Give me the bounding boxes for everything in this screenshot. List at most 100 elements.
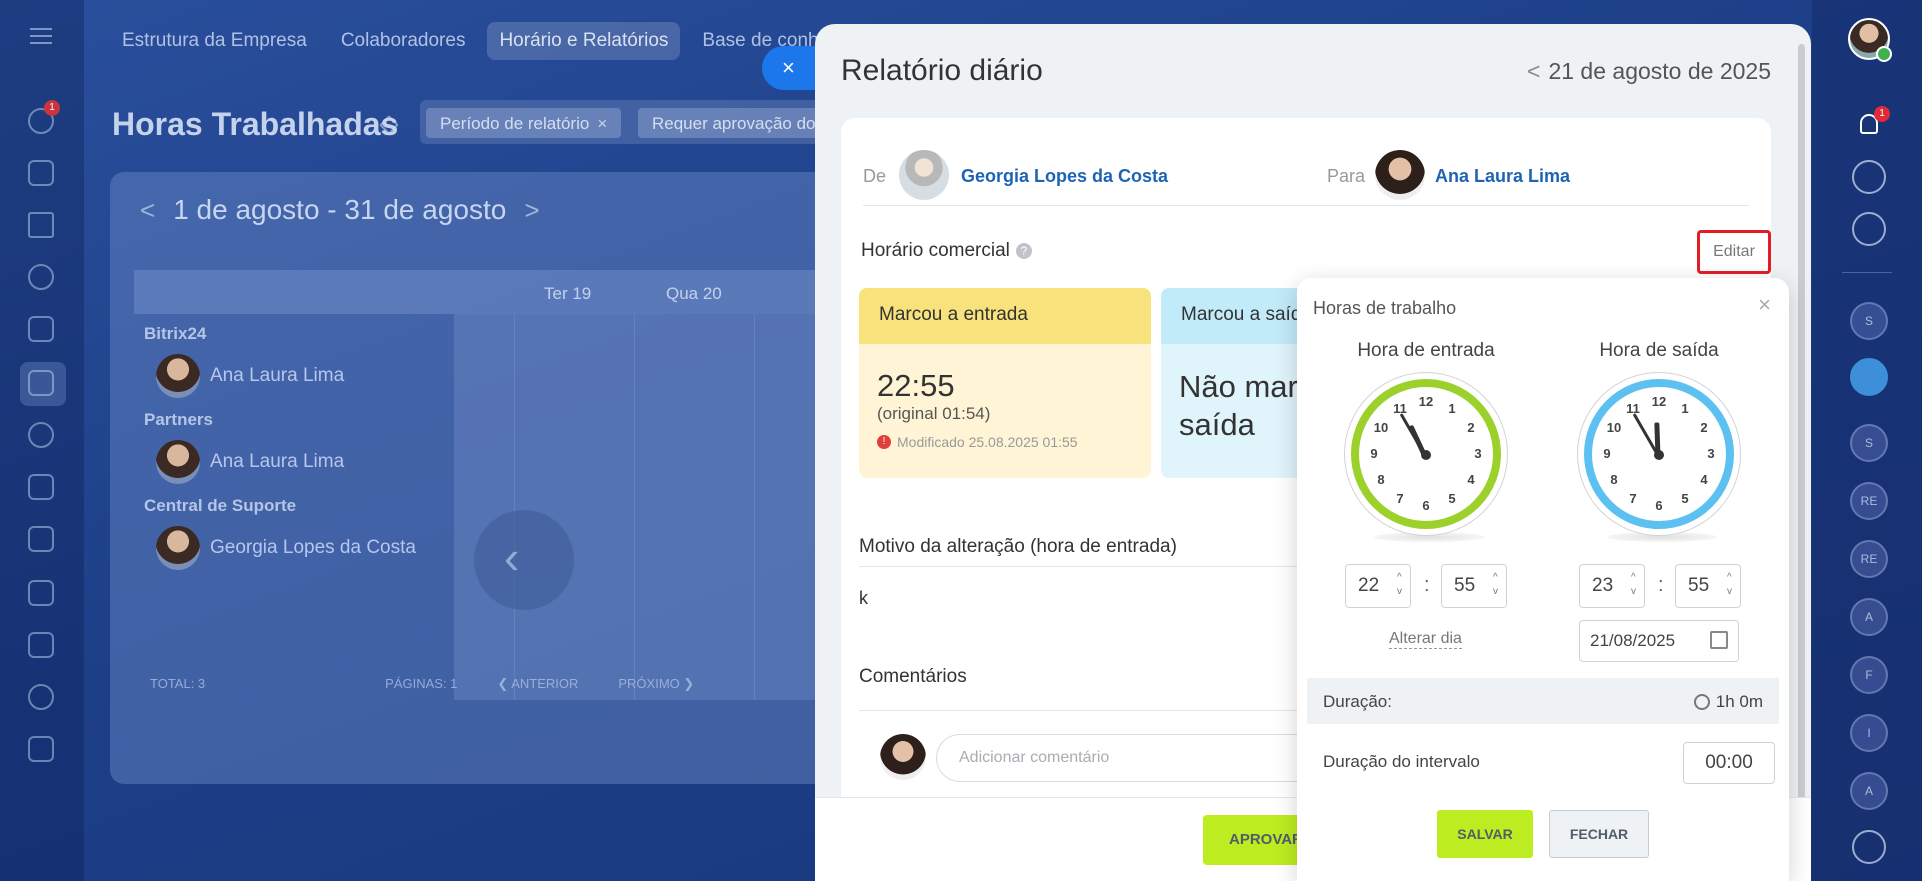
panel-title: Relatório diário [841, 54, 1043, 87]
left-sidebar: 1 [0, 0, 84, 881]
clock-number: 2 [1700, 420, 1708, 435]
chat-avatar[interactable]: A [1850, 772, 1888, 810]
timeman-icon[interactable] [28, 370, 54, 396]
chat-avatar[interactable]: RE [1850, 482, 1888, 520]
end-clock[interactable]: 12 1 2 3 4 5 6 7 8 9 10 11 [1577, 372, 1741, 542]
notification-badge: 1 [1874, 106, 1890, 122]
cart-icon[interactable] [28, 316, 54, 342]
nav-tab-employees[interactable]: Colaboradores [329, 22, 478, 60]
break-duration-input[interactable]: 00:00 [1683, 742, 1775, 784]
next-page-link[interactable]: PRÓXIMO ❯ [618, 676, 694, 692]
clock-number: 7 [1396, 491, 1404, 507]
to-user-link[interactable]: Ana Laura Lima [1435, 166, 1570, 187]
copilot-icon[interactable] [1852, 830, 1886, 864]
filter-box[interactable]: Período de relatório × Requer aprovação d… [420, 100, 840, 144]
calendar-icon[interactable] [1710, 631, 1728, 649]
document-icon[interactable] [28, 736, 54, 762]
close-slider-button[interactable]: × [762, 46, 822, 90]
bookmark-icon[interactable] [1850, 358, 1888, 396]
clock-number: 12 [1651, 394, 1667, 409]
person-row[interactable]: Ana Laura Lima [156, 440, 344, 484]
date-prev-icon[interactable]: < [1527, 58, 1540, 84]
panel-scrollbar[interactable] [1798, 44, 1805, 799]
nav-tab-worktime[interactable]: Horário e Relatórios [487, 22, 681, 60]
help-icon[interactable]: ? [1015, 242, 1032, 259]
chat-avatar[interactable]: I [1850, 714, 1888, 752]
checkin-time: 22:55 [877, 368, 955, 403]
divider [859, 710, 1321, 711]
filter-chip-period[interactable]: Período de relatório × [426, 108, 622, 138]
chevron-left-icon: ‹ [504, 531, 520, 583]
nav-tab-structure[interactable]: Estrutura da Empresa [110, 22, 319, 60]
group-name: Bitrix24 [144, 324, 207, 343]
edit-button[interactable]: Editar [1697, 230, 1771, 274]
warning-icon: ! [877, 435, 891, 449]
reason-label: Motivo da alteração (hora de entrada) [859, 536, 1177, 557]
chip-close-icon[interactable]: × [597, 114, 607, 133]
chat-avatar[interactable]: S [1850, 302, 1888, 340]
period-next-icon[interactable]: > [524, 195, 539, 226]
time-separator: : [1424, 574, 1430, 596]
chat-avatar[interactable]: F [1850, 656, 1888, 694]
clock-number: 10 [1606, 420, 1622, 435]
comment-input[interactable]: Adicionar comentário [936, 734, 1336, 782]
clock-number: 7 [1629, 491, 1637, 507]
user-avatar[interactable] [1848, 18, 1892, 62]
person-row[interactable]: Georgia Lopes da Costa [156, 526, 416, 570]
divider [859, 566, 1321, 567]
notifications-bell-icon[interactable]: 1 [1852, 106, 1890, 142]
change-day-link[interactable]: Alterar dia [1389, 630, 1462, 649]
start-minute-input[interactable]: 55 ^ v [1441, 564, 1507, 608]
chart-icon[interactable] [28, 632, 54, 658]
close-button[interactable]: FECHAR [1549, 810, 1649, 858]
clock-number: 5 [1448, 491, 1456, 507]
popup-title: Horas de trabalho [1313, 298, 1457, 318]
settings-icon[interactable] [28, 684, 54, 710]
calendar-icon[interactable] [28, 580, 54, 606]
reason-value: k [859, 588, 868, 608]
close-icon[interactable]: × [1758, 292, 1771, 318]
prev-page-link[interactable]: ❮ ANTERIOR [497, 676, 578, 692]
checkin-header: Marcou a entrada [859, 288, 1151, 344]
filter-icon[interactable] [28, 212, 54, 238]
robot-icon[interactable] [28, 422, 54, 448]
clock-number: 4 [1467, 472, 1475, 487]
clock-number: 11 [1626, 400, 1640, 416]
spinner-icon[interactable]: ^ v [1631, 571, 1636, 599]
total-count: TOTAL: 3 [150, 676, 206, 691]
avatar [156, 526, 200, 570]
save-button[interactable]: SALVAR [1437, 810, 1533, 858]
spinner-icon[interactable]: ^ v [1397, 571, 1402, 599]
box-icon[interactable] [28, 474, 54, 500]
clock-number: 5 [1681, 491, 1689, 507]
target-icon[interactable] [1852, 160, 1886, 194]
chat-avatar[interactable]: RE [1850, 540, 1888, 578]
menu-icon[interactable] [30, 28, 52, 44]
end-hour-input[interactable]: 23 ^ v [1579, 564, 1645, 608]
spinner-icon[interactable]: ^ v [1493, 571, 1498, 599]
chat-avatar[interactable]: S [1850, 424, 1888, 462]
chat-avatar[interactable]: A [1850, 598, 1888, 636]
right-sidebar: 1 S S RE RE A F I A [1812, 0, 1922, 881]
target-icon[interactable] [28, 264, 54, 290]
to-label: Para [1327, 166, 1366, 186]
building-icon[interactable] [28, 526, 54, 552]
filter-chip-approval[interactable]: Requer aprovação do [638, 108, 830, 138]
online-status-icon [1876, 46, 1892, 62]
grid-scroll-button[interactable]: ‹ [474, 510, 574, 610]
spinner-icon[interactable]: ^ v [1727, 571, 1732, 599]
end-date-input[interactable]: 21/08/2025 [1579, 620, 1739, 662]
person-row[interactable]: Ana Laura Lima [156, 354, 344, 398]
clock-number: 11 [1393, 400, 1407, 416]
sync-icon[interactable] [1852, 212, 1886, 246]
tasks-icon[interactable] [28, 160, 54, 186]
clock-number: 9 [1370, 446, 1378, 461]
end-minute-input[interactable]: 55 ^ v [1675, 564, 1741, 608]
start-hour-input[interactable]: 22 ^ v [1345, 564, 1411, 608]
period-prev-icon[interactable]: < [140, 195, 155, 226]
clock-number: 6 [1422, 498, 1430, 513]
avatar [880, 734, 926, 780]
from-user-link[interactable]: Georgia Lopes da Costa [961, 166, 1168, 187]
duration-label: Duração: [1323, 692, 1392, 711]
start-clock[interactable]: 12 1 2 3 4 5 6 7 8 9 10 11 [1344, 372, 1508, 542]
